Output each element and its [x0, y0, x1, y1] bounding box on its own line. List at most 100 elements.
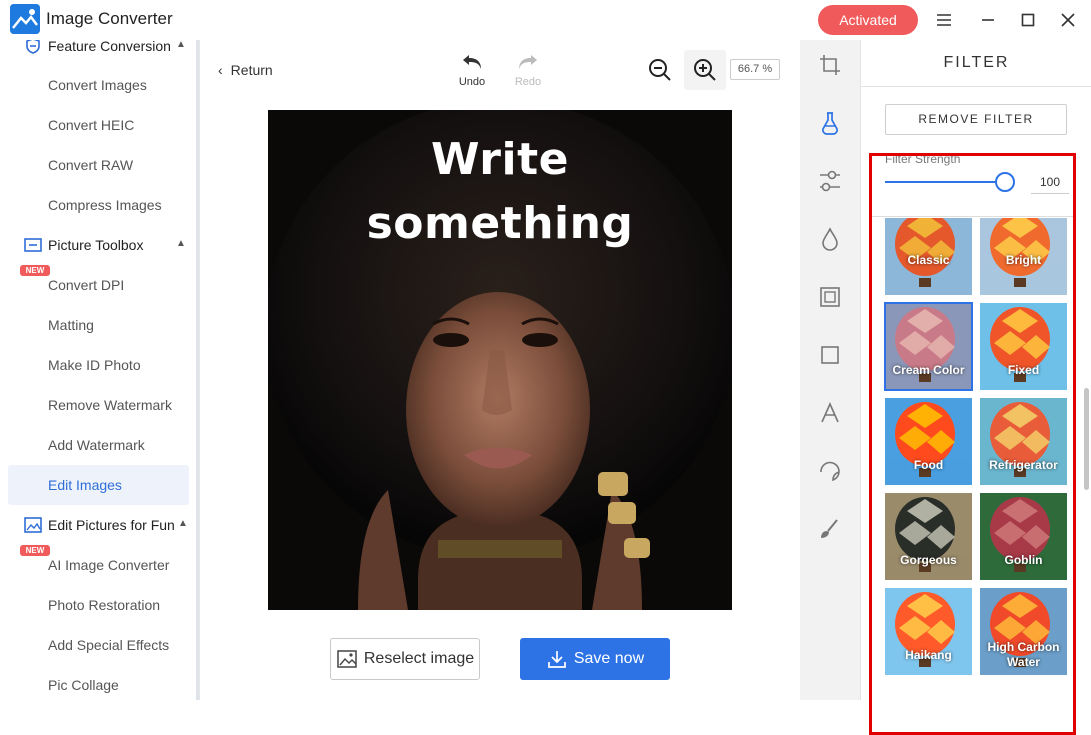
divider [861, 86, 1091, 87]
frame-tool[interactable] [817, 284, 843, 310]
brush-icon [821, 519, 838, 538]
filter-preset[interactable]: Food [885, 398, 972, 485]
sidebar-item-convert-dpi[interactable]: Convert DPI [8, 265, 189, 305]
crop-tool[interactable] [817, 52, 843, 78]
filter-panel-scrollbar[interactable] [1084, 388, 1089, 490]
sidebar-item-pic-collage[interactable]: Pic Collage [8, 665, 189, 700]
activated-button[interactable]: Activated [818, 5, 918, 35]
zoom-in-button[interactable] [684, 50, 726, 90]
undo-icon [463, 55, 481, 69]
chevron-up-icon: ▲ [176, 40, 186, 50]
sidebar-item-photo-restoration[interactable]: Photo Restoration [8, 585, 189, 625]
sidebar-item-compress-images[interactable]: Compress Images [8, 185, 189, 225]
sidebar-group-picture-toolbox[interactable]: Picture Toolbox ▲ [24, 235, 186, 255]
filter-preset[interactable]: Classic [885, 218, 972, 295]
save-label: Save now [573, 650, 645, 667]
filter-strength-label: Filter Strength [885, 152, 961, 166]
sidebar-item-convert-images[interactable]: Convert Images [8, 65, 189, 105]
download-icon [548, 651, 566, 668]
filter-title: FILTER [943, 54, 1010, 71]
filter-preset[interactable]: Bright [980, 218, 1067, 295]
adjust-tool[interactable] [817, 168, 843, 194]
flask-icon [822, 112, 838, 135]
filter-preset-label: Goblin [1004, 553, 1043, 567]
sidebar-item-convert-heic[interactable]: Convert HEIC [8, 105, 189, 145]
sidebar-group-feature-conversion[interactable]: Feature Conversion ▲ [24, 40, 186, 56]
portrait-image [268, 110, 732, 610]
sidebar-item-edit-images[interactable]: Edit Images [8, 465, 189, 505]
save-now-button[interactable]: Save now [520, 638, 670, 680]
sidebar-group-label: Feature Conversion [48, 40, 171, 54]
sidebar-item-add-special-effects[interactable]: Add Special Effects [8, 625, 189, 665]
menu-icon[interactable] [932, 8, 956, 32]
filter-preset[interactable]: Cream Color [884, 302, 973, 391]
minimize-icon[interactable] [976, 8, 1000, 32]
app-title: Image Converter [46, 9, 173, 28]
filter-preset-label: Food [913, 458, 944, 472]
zoom-out-icon [649, 59, 671, 81]
sidebar-item-remove-watermark[interactable]: Remove Watermark [8, 385, 189, 425]
text-tool[interactable] [817, 400, 843, 426]
filter-strength-slider-track[interactable] [885, 181, 1005, 183]
chevron-up-icon: ▲ [176, 238, 186, 249]
return-label: Return [230, 62, 273, 78]
filter-preset-label: Refrigerator [989, 458, 1058, 472]
filter-strength-value[interactable]: 100 [1031, 170, 1069, 194]
filter-preset-label: Bright [1005, 253, 1042, 267]
image-text-line2: something [366, 198, 634, 249]
undo-button[interactable]: Undo [452, 52, 492, 88]
reselect-image-button[interactable]: Reselect image [330, 638, 480, 680]
sidebar-item-make-id-photo[interactable]: Make ID Photo [8, 345, 189, 385]
adjust-icon [820, 170, 840, 192]
sidebar-item-convert-raw[interactable]: Convert RAW [8, 145, 189, 185]
zoom-out-button[interactable] [646, 56, 674, 84]
sticker-icon [820, 461, 840, 482]
sidebar-item-ai-image-converter[interactable]: AI Image Converter [8, 545, 189, 585]
brush-tool[interactable] [817, 516, 843, 542]
toolbox-icon [24, 238, 42, 252]
reselect-label: Reselect image [363, 650, 475, 667]
divider [871, 216, 1076, 217]
sidebar: Feature Conversion ▲ Convert Images Conv… [0, 40, 200, 700]
filter-preset-label: Gorgeous [900, 553, 957, 567]
zoom-in-icon [694, 59, 716, 81]
sidebar-group-edit-pictures-for-fun[interactable]: Edit Pictures for Fun ▲ [24, 515, 188, 535]
remove-filter-button[interactable]: REMOVE FILTER [885, 104, 1067, 135]
close-icon[interactable] [1056, 8, 1080, 32]
filter-preset-label: Cream Color [892, 363, 965, 377]
filter-preset[interactable]: Goblin [980, 493, 1067, 580]
sidebar-item-matting[interactable]: Matting [8, 305, 189, 345]
filter-preset-label: High Carbon Water [987, 640, 1060, 669]
redo-icon [519, 55, 537, 69]
filter-panel: FILTER REMOVE FILTER Filter Strength 100… [860, 40, 1091, 735]
filter-preset[interactable]: High Carbon Water [980, 588, 1067, 675]
redo-button[interactable]: Redo [508, 52, 548, 88]
title-bar: Image Converter Activated [0, 0, 1091, 40]
border-tool[interactable] [817, 342, 843, 368]
sidebar-item-add-watermark[interactable]: Add Watermark [8, 425, 189, 465]
shield-icon [26, 40, 40, 54]
text-icon [821, 402, 839, 423]
filter-preset[interactable]: Refrigerator [980, 398, 1067, 485]
sidebar-group-label: Picture Toolbox [48, 237, 144, 253]
filter-strength-slider-knob[interactable] [995, 172, 1015, 192]
editor-canvas-area: ‹ Return Undo Redo 66.7 % Write somethin… [200, 40, 800, 700]
blur-tool[interactable] [817, 226, 843, 252]
frame-icon [820, 287, 840, 307]
undo-label: Undo [458, 76, 486, 88]
filter-tool[interactable] [817, 110, 843, 136]
image-edit-icon [24, 517, 42, 533]
sticker-tool[interactable] [817, 458, 843, 484]
drop-icon [822, 227, 838, 251]
app-logo-icon [10, 4, 40, 34]
filter-preset[interactable]: Fixed [980, 303, 1067, 390]
filter-preset[interactable]: Haikang [885, 588, 972, 675]
image-icon [337, 650, 357, 668]
sidebar-group-label: Edit Pictures for Fun [48, 517, 175, 533]
return-button[interactable]: ‹ Return [218, 62, 273, 78]
edited-photo[interactable]: Write something [268, 110, 732, 610]
filter-preset-label: Haikang [905, 648, 952, 662]
filter-preset[interactable]: Gorgeous [885, 493, 972, 580]
zoom-level[interactable]: 66.7 % [730, 59, 780, 80]
maximize-icon[interactable] [1016, 8, 1040, 32]
